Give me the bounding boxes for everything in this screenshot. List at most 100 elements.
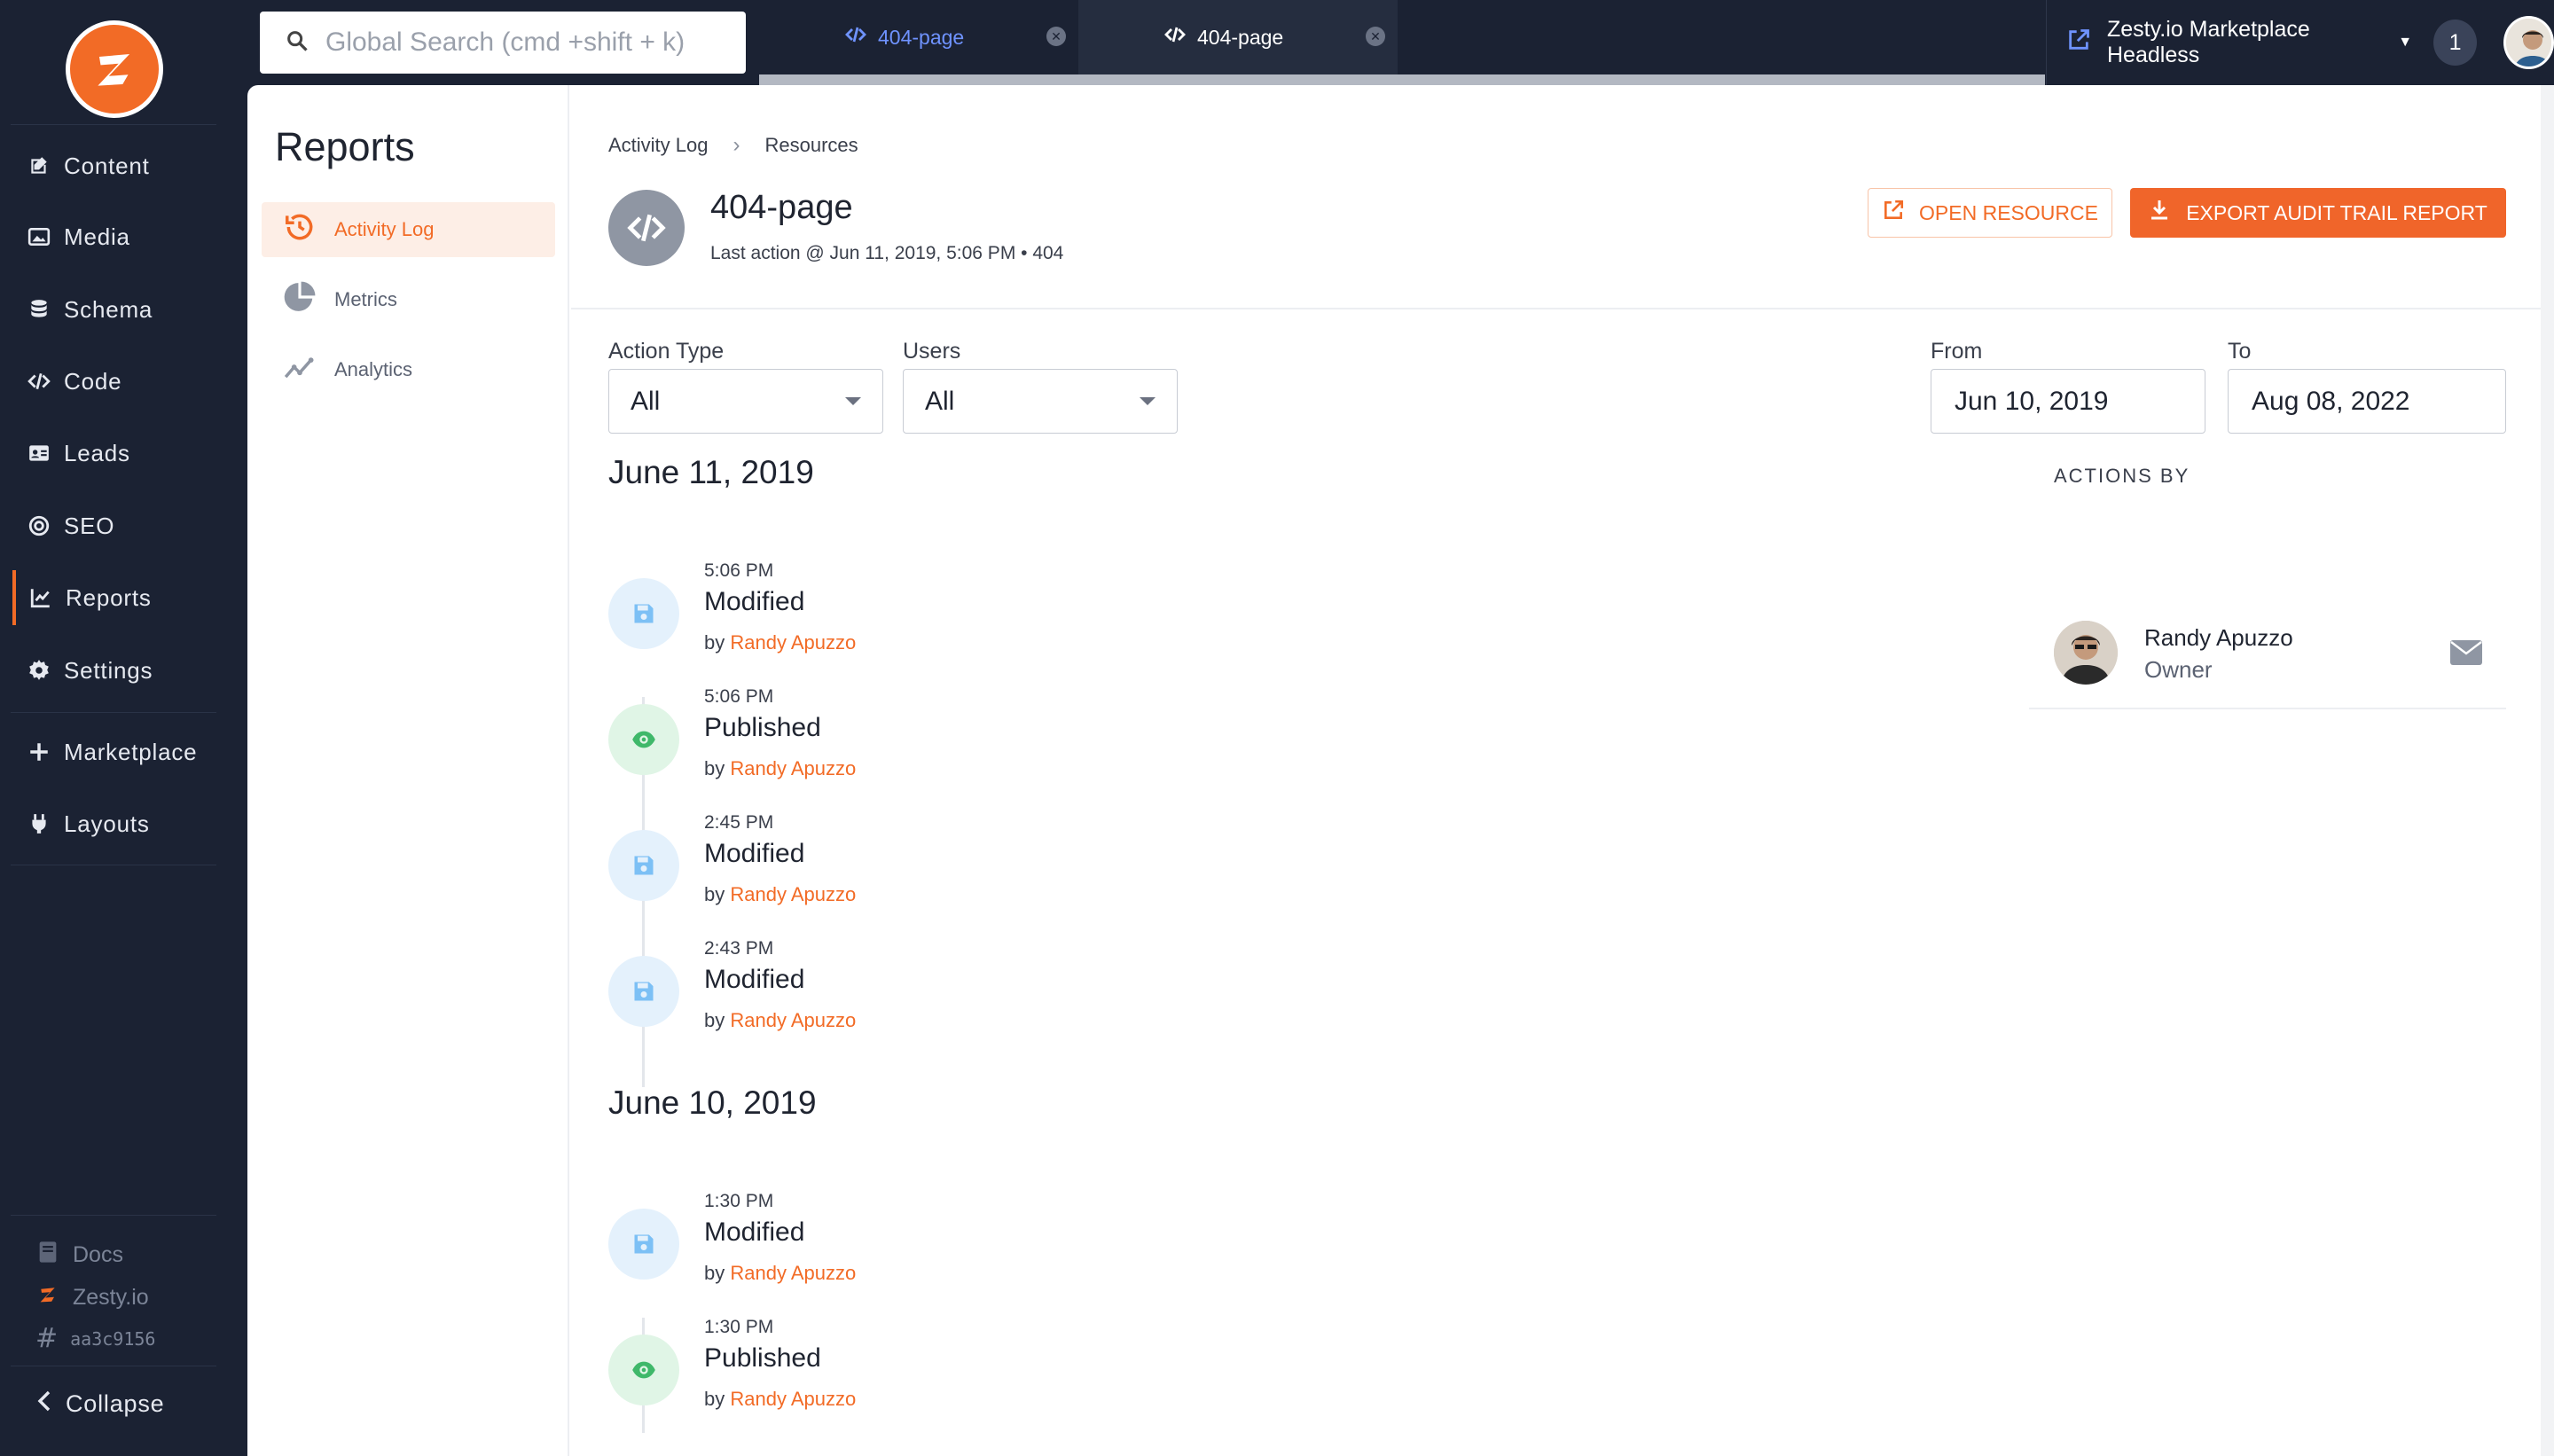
entry-action: Modified: [704, 1217, 805, 1247]
nav-item-marketplace[interactable]: Marketplace: [12, 724, 230, 779]
users-select[interactable]: All: [903, 369, 1178, 434]
by-prefix: by: [704, 757, 725, 779]
sidebar-item-label: Analytics: [334, 358, 413, 380]
instance-name[interactable]: Zesty.io Marketplace Headless: [2107, 17, 2391, 68]
nav-item-layouts[interactable]: Layouts: [12, 796, 230, 851]
docs-link[interactable]: Docs: [35, 1240, 123, 1271]
entry-by: by Randy Apuzzo: [704, 1388, 856, 1411]
user-link[interactable]: Randy Apuzzo: [730, 1388, 856, 1410]
zesty-label: Zesty.io: [73, 1285, 149, 1310]
reports-sidebar: Reports Activity Log Metrics Analytics: [247, 85, 569, 1456]
nav-item-label: SEO: [64, 512, 115, 539]
action-type-select[interactable]: All: [608, 369, 883, 434]
by-prefix: by: [704, 1388, 725, 1410]
by-prefix: by: [704, 631, 725, 654]
timeline-entry: 2:43 PM Modified by Randy Apuzzo: [608, 938, 1140, 1053]
search-input[interactable]: [325, 27, 698, 58]
by-prefix: by: [704, 1009, 725, 1031]
external-link-icon: [1882, 199, 1905, 227]
nav-item-label: Media: [64, 223, 130, 250]
hash-value: aa3c9156: [70, 1327, 156, 1350]
sidebar-item-label: Metrics: [334, 288, 397, 310]
target-icon: [27, 513, 51, 538]
sidebar-item-label: Activity Log: [334, 218, 435, 240]
tab-404-page-active[interactable]: 404-page ✕: [1078, 0, 1398, 74]
collapse-label: Collapse: [66, 1390, 165, 1417]
from-date-input[interactable]: Jun 10, 2019: [1931, 369, 2205, 434]
entry-action: Modified: [704, 839, 805, 868]
nav-item-label: Leads: [64, 439, 130, 466]
global-search[interactable]: [260, 12, 746, 74]
mail-icon[interactable]: [2449, 638, 2483, 667]
entry-time: 2:45 PM: [704, 812, 774, 833]
user-link[interactable]: Randy Apuzzo: [730, 1262, 856, 1284]
pie-chart-icon: [283, 280, 317, 319]
instance-switcher[interactable]: Zesty.io Marketplace Headless ▼ 1: [2046, 0, 2554, 85]
nav-item-leads[interactable]: Leads: [12, 426, 230, 481]
nav-item-label: Marketplace: [64, 738, 198, 765]
breadcrumb-resources[interactable]: Resources: [765, 134, 858, 157]
nav-item-schema[interactable]: Schema: [12, 282, 230, 337]
zesty-logo[interactable]: [66, 20, 163, 118]
entry-by: by Randy Apuzzo: [704, 1262, 856, 1285]
entry-by: by Randy Apuzzo: [704, 631, 856, 654]
user-avatar[interactable]: [2503, 16, 2554, 69]
from-label: From: [1931, 339, 1983, 364]
zesty-link[interactable]: Zesty.io: [35, 1282, 149, 1313]
nav-item-code[interactable]: Code: [12, 354, 230, 409]
hash-icon: #: [35, 1323, 59, 1354]
timeline-entry: 5:06 PM Modified by Randy Apuzzo: [608, 560, 1140, 676]
collapse-button[interactable]: Collapse: [35, 1389, 164, 1419]
nav-item-settings[interactable]: Settings: [12, 643, 230, 698]
from-date-value: Jun 10, 2019: [1955, 386, 2109, 416]
to-label: To: [2228, 339, 2252, 364]
eye-icon: [608, 1335, 679, 1405]
action-type-value: All: [631, 386, 661, 416]
plug-icon: [27, 811, 51, 836]
export-label: EXPORT AUDIT TRAIL REPORT: [2186, 200, 2487, 224]
caret-down-icon[interactable]: ▼: [2398, 35, 2412, 51]
avatar: [2054, 621, 2118, 685]
close-icon[interactable]: ✕: [1366, 27, 1385, 46]
sidebar-item-analytics[interactable]: Analytics: [262, 342, 555, 397]
top-bar: 404-page ✕ 404-page ✕ Zesty.io Marketpla…: [247, 0, 2554, 85]
nav-item-seo[interactable]: SEO: [12, 498, 230, 553]
zesty-z-icon: [98, 53, 130, 86]
tab-bar-track: [759, 74, 2045, 85]
line-chart-icon: [28, 585, 53, 610]
user-card: Randy Apuzzo Owner: [2029, 612, 2506, 709]
external-link-icon: [2066, 27, 2091, 59]
entry-action: Published: [704, 1343, 821, 1373]
nav-item-reports[interactable]: Reports: [12, 570, 230, 625]
resource-code-icon: [608, 190, 685, 266]
open-resource-button[interactable]: OPEN RESOURCE: [1868, 188, 2112, 238]
nav-item-label: Content: [64, 152, 150, 179]
sidebar-item-metrics[interactable]: Metrics: [262, 272, 555, 327]
users-value: All: [925, 386, 955, 416]
history-icon: [283, 210, 317, 249]
export-audit-trail-button[interactable]: EXPORT AUDIT TRAIL REPORT: [2130, 188, 2506, 238]
user-link[interactable]: Randy Apuzzo: [730, 883, 856, 905]
nav-item-media[interactable]: Media: [12, 209, 230, 264]
save-icon: [608, 956, 679, 1027]
nav-item-label: Layouts: [64, 810, 150, 837]
notification-badge[interactable]: 1: [2433, 20, 2478, 66]
user-link[interactable]: Randy Apuzzo: [730, 757, 856, 779]
breadcrumb-activity-log[interactable]: Activity Log: [608, 134, 709, 157]
eye-icon: [608, 704, 679, 775]
nav-item-label: Code: [64, 367, 122, 395]
header-divider: [571, 308, 2541, 309]
sidebar-item-activity-log[interactable]: Activity Log: [262, 202, 555, 257]
user-name: Randy Apuzzo: [2144, 624, 2293, 651]
entry-time: 2:43 PM: [704, 938, 774, 959]
to-date-input[interactable]: Aug 08, 2022: [2228, 369, 2506, 434]
tab-404-page[interactable]: 404-page ✕: [759, 0, 1078, 74]
main-panel: Reports Activity Log Metrics Analytics A…: [247, 85, 2541, 1456]
entry-action: Published: [704, 713, 821, 742]
user-link[interactable]: Randy Apuzzo: [730, 631, 856, 654]
date-heading: June 10, 2019: [608, 1084, 817, 1121]
nav-item-content[interactable]: Content: [12, 138, 230, 193]
close-icon[interactable]: ✕: [1046, 27, 1066, 46]
user-link[interactable]: Randy Apuzzo: [730, 1009, 856, 1031]
scrollbar[interactable]: [2541, 85, 2554, 1456]
